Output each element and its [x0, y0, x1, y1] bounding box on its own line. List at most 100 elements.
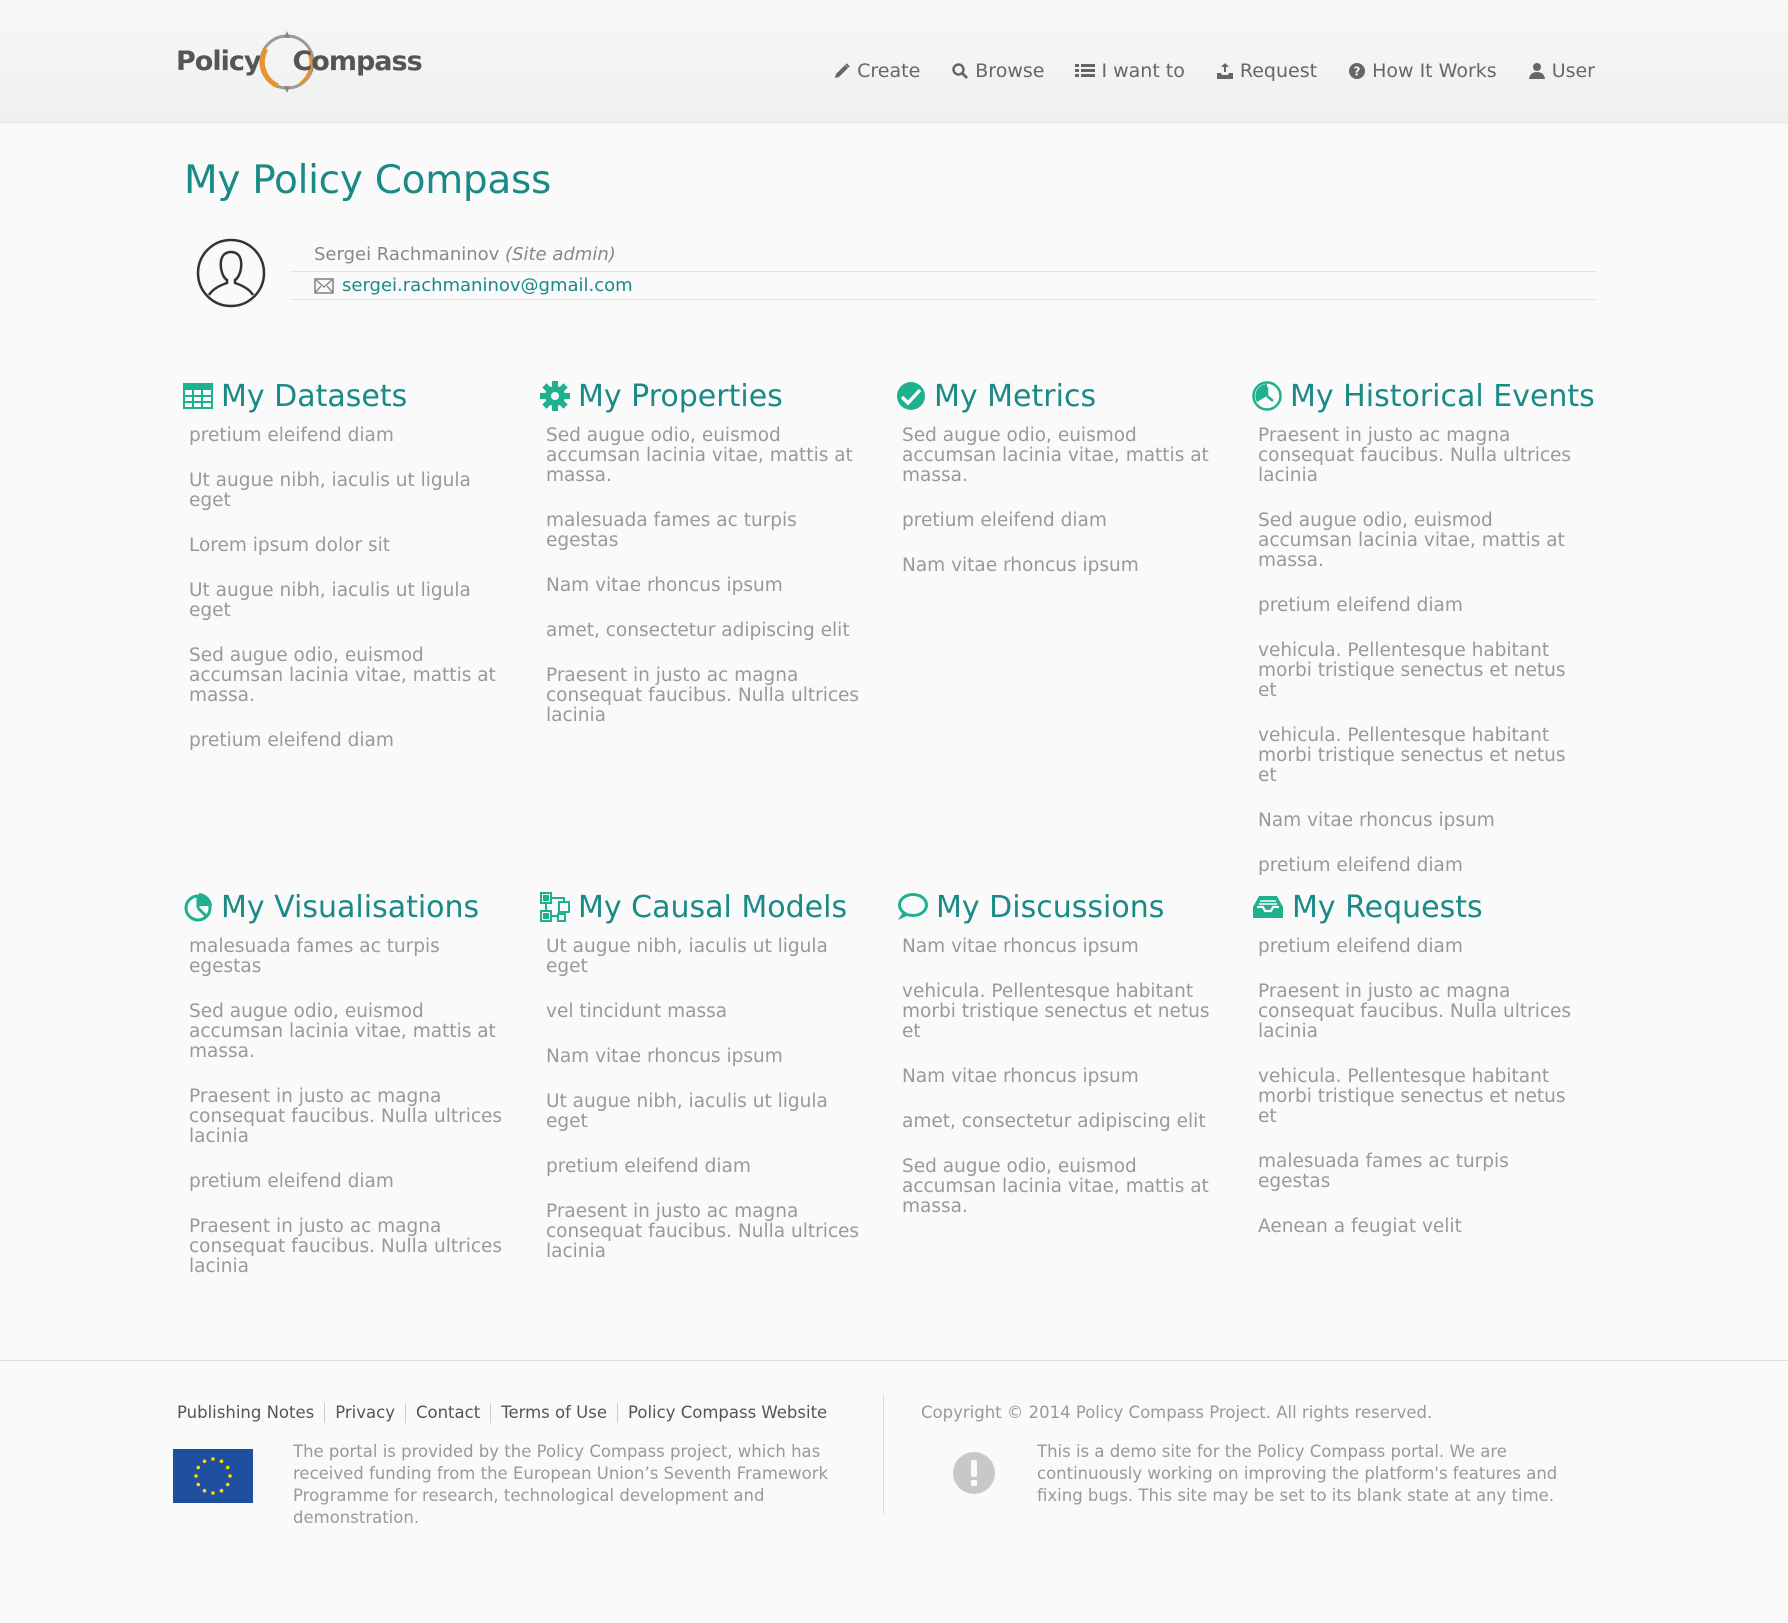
list-item[interactable]: vehicula. Pellentesque habitant morbi tr…	[1258, 641, 1582, 701]
section-title: My Metrics	[934, 378, 1097, 414]
list-item[interactable]: Ut augue nibh, iaculis ut ligula eget	[546, 937, 870, 977]
list-item[interactable]: Praesent in justo ac magna consequat fau…	[546, 666, 870, 726]
user-icon	[1528, 63, 1545, 79]
section-heading[interactable]: My Historical Events	[1252, 376, 1595, 416]
list-item[interactable]: Nam vitae rhoncus ipsum	[902, 556, 1226, 576]
list-item[interactable]: vehicula. Pellentesque habitant morbi tr…	[1258, 1067, 1582, 1127]
check-circle-icon	[897, 382, 925, 410]
list-item[interactable]: malesuada fames ac turpis egestas	[189, 937, 513, 977]
list-item[interactable]: pretium eleifend diam	[546, 1157, 870, 1177]
section-title: My Datasets	[221, 378, 408, 414]
list-icon	[1075, 64, 1096, 77]
profile-role: (Site admin)	[505, 244, 616, 265]
footer-link-terms[interactable]: Terms of Use	[491, 1403, 618, 1423]
policy-compass-logo[interactable]: Policy Compass	[176, 26, 436, 96]
list-item[interactable]: amet, consectetur adipiscing elit	[902, 1112, 1226, 1132]
profile-email-row: sergei.rachmaninov@gmail.com	[290, 272, 1596, 300]
list-item[interactable]: Ut augue nibh, iaculis ut ligula eget	[189, 581, 513, 621]
list-item[interactable]: pretium eleifend diam	[1258, 856, 1582, 876]
list-item[interactable]: pretium eleifend diam	[1258, 596, 1582, 616]
list-item[interactable]: Nam vitae rhoncus ipsum	[902, 1067, 1226, 1087]
speech-bubble-icon	[898, 893, 928, 920]
list-item[interactable]: pretium eleifend diam	[1258, 937, 1582, 957]
list-item[interactable]: Praesent in justo ac magna consequat fau…	[189, 1087, 513, 1147]
site-header: Policy Compass Create Browse I want to R…	[0, 0, 1788, 123]
list-item[interactable]: Sed augue odio, euismod accumsan lacinia…	[902, 1157, 1226, 1217]
list-item[interactable]: vehicula. Pellentesque habitant morbi tr…	[1258, 726, 1582, 786]
nav-how-it-works-label: How It Works	[1372, 60, 1497, 82]
nav-i-want-to[interactable]: I want to	[1075, 60, 1185, 82]
footer-link-contact[interactable]: Contact	[406, 1403, 492, 1423]
nav-create-label: Create	[857, 60, 921, 82]
nav-request[interactable]: Request	[1216, 60, 1317, 82]
list-item[interactable]: pretium eleifend diam	[902, 511, 1226, 531]
nav-browse[interactable]: Browse	[951, 60, 1044, 82]
list-item[interactable]: Praesent in justo ac magna consequat fau…	[189, 1217, 513, 1277]
section-heading[interactable]: My Datasets	[183, 376, 513, 416]
nav-how-it-works[interactable]: ? How It Works	[1348, 60, 1497, 82]
eu-star	[211, 1491, 215, 1495]
list-item[interactable]: Nam vitae rhoncus ipsum	[902, 937, 1226, 957]
list-item[interactable]: Nam vitae rhoncus ipsum	[546, 1047, 870, 1067]
list-item[interactable]: malesuada fames ac turpis egestas	[546, 511, 870, 551]
copyright-text: Copyright © 2014 Policy Compass Project.…	[921, 1403, 1433, 1422]
eu-star	[225, 1482, 230, 1487]
list-item[interactable]: Nam vitae rhoncus ipsum	[1258, 811, 1582, 831]
section-list: Praesent in justo ac magna consequat fau…	[1252, 426, 1582, 876]
list-item[interactable]: Ut augue nibh, iaculis ut ligula eget	[546, 1092, 870, 1132]
section-my-historical-events: My Historical Events Praesent in justo ac…	[1252, 376, 1595, 901]
svg-text:?: ?	[1354, 65, 1361, 79]
nav-create[interactable]: Create	[833, 60, 920, 82]
section-heading[interactable]: My Causal Models	[540, 887, 870, 927]
exclamation-circle-icon	[953, 1452, 995, 1494]
list-item[interactable]: Aenean a feugiat velit	[1258, 1217, 1582, 1237]
list-item[interactable]: Sed augue odio, euismod accumsan lacinia…	[189, 1002, 513, 1062]
section-heading[interactable]: My Visualisations	[183, 887, 513, 927]
section-heading[interactable]: My Properties	[540, 376, 870, 416]
section-my-visualisations: My Visualisations malesuada fames ac turp…	[183, 887, 513, 1302]
pie-chart-icon	[184, 893, 212, 922]
inbox-icon	[1216, 63, 1233, 79]
envelope-icon	[314, 277, 334, 294]
section-title: My Discussions	[936, 889, 1165, 925]
eu-star	[219, 1459, 224, 1464]
section-my-causal-models: My Causal Models Ut augue nibh, iaculis u…	[540, 887, 870, 1287]
section-my-properties: My Properties Sed augue odio, euismod acc…	[540, 376, 870, 751]
list-item[interactable]: vel tincidunt massa	[546, 1002, 870, 1022]
list-item[interactable]: Praesent in justo ac magna consequat fau…	[546, 1202, 870, 1262]
funding-text: The portal is provided by the Policy Com…	[293, 1442, 829, 1527]
list-item[interactable]: Sed augue odio, euismod accumsan lacinia…	[902, 426, 1226, 486]
list-item[interactable]: amet, consectetur adipiscing elit	[546, 621, 870, 641]
list-item[interactable]: Sed augue odio, euismod accumsan lacinia…	[546, 426, 870, 486]
list-item[interactable]: pretium eleifend diam	[189, 1172, 513, 1192]
eu-star	[202, 1459, 207, 1464]
list-item[interactable]: Sed augue odio, euismod accumsan lacinia…	[189, 646, 513, 706]
footer-link-privacy[interactable]: Privacy	[325, 1403, 406, 1423]
section-heading[interactable]: My Requests	[1252, 887, 1582, 927]
logo-word-compass: Compass	[292, 45, 422, 77]
list-item[interactable]: pretium eleifend diam	[189, 426, 513, 446]
section-list: Sed augue odio, euismod accumsan lacinia…	[896, 426, 1226, 576]
list-item[interactable]: Sed augue odio, euismod accumsan lacinia…	[1258, 511, 1582, 571]
list-item[interactable]: vehicula. Pellentesque habitant morbi tr…	[902, 982, 1226, 1042]
nav-user[interactable]: User	[1528, 60, 1595, 82]
section-heading[interactable]: My Metrics	[896, 376, 1226, 416]
profile-email[interactable]: sergei.rachmaninov@gmail.com	[342, 275, 633, 296]
footer-link-publishing-notes[interactable]: Publishing Notes	[177, 1403, 326, 1423]
list-item[interactable]: pretium eleifend diam	[189, 731, 513, 751]
nav-request-label: Request	[1239, 60, 1318, 82]
list-item[interactable]: malesuada fames ac turpis egestas	[1258, 1152, 1582, 1192]
list-item[interactable]: Praesent in justo ac magna consequat fau…	[1258, 426, 1582, 486]
footer-divider-line	[0, 1360, 1788, 1361]
section-my-datasets: My Datasets pretium eleifend diam Ut augue…	[183, 376, 513, 776]
eu-star	[202, 1488, 207, 1493]
section-heading[interactable]: My Discussions	[896, 887, 1226, 927]
inbox-tray-icon	[1253, 896, 1283, 918]
list-item[interactable]: Nam vitae rhoncus ipsum	[546, 576, 870, 596]
footer-link-website[interactable]: Policy Compass Website	[618, 1403, 837, 1423]
list-item[interactable]: Ut augue nibh, iaculis ut ligula eget	[189, 471, 513, 511]
list-item[interactable]: Lorem ipsum dolor sit	[189, 536, 513, 556]
network-icon	[540, 892, 570, 922]
section-title: My Historical Events	[1290, 378, 1595, 414]
list-item[interactable]: Praesent in justo ac magna consequat fau…	[1258, 982, 1582, 1042]
